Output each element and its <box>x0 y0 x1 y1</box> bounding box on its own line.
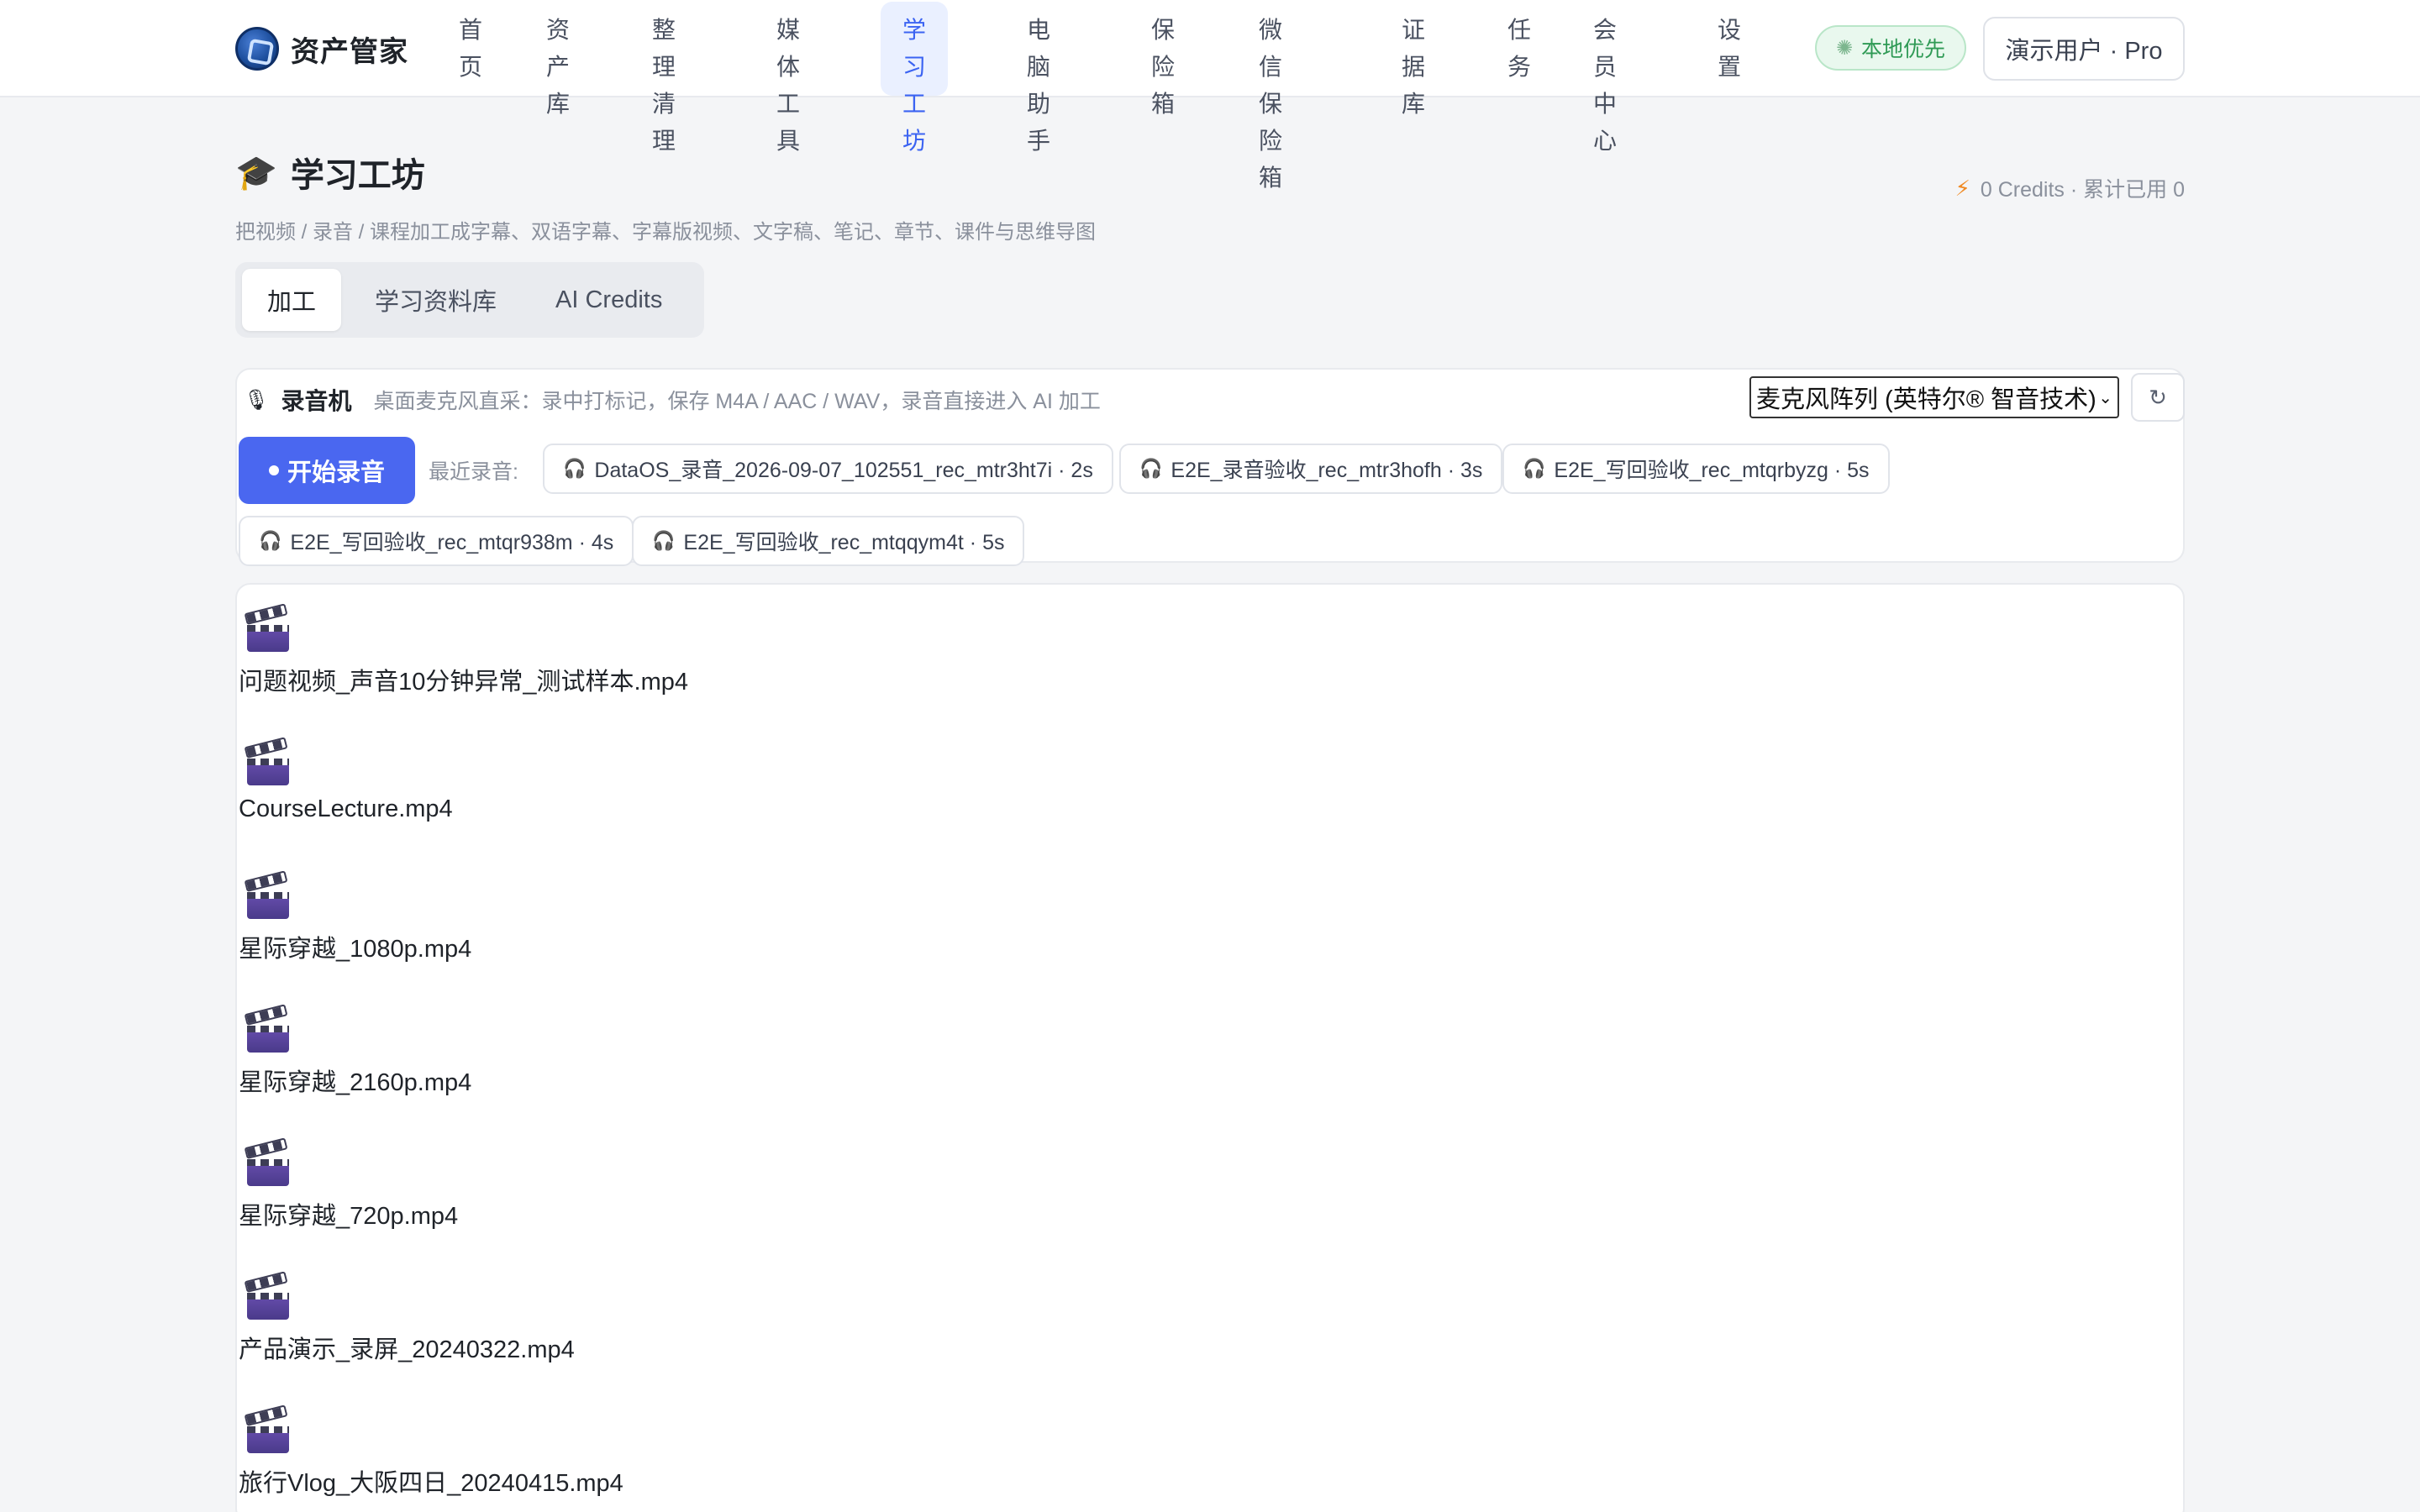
nav-item-label: 库 <box>546 91 571 117</box>
brand[interactable]: 资产管家 <box>235 25 408 72</box>
clapperboard-icon <box>244 603 289 652</box>
nav-item-pc-assistant[interactable]: 电脑助 手 <box>1005 2 1072 154</box>
recent-recording-name: E2E_写回验收_rec_mtqr938m · 4s <box>290 531 614 554</box>
headphones-icon: 🎧 <box>259 530 282 551</box>
nav-item-media-tools[interactable]: 媒体工 具 <box>755 2 822 154</box>
nav-item-home[interactable]: 首 页 <box>437 2 504 96</box>
recorder-description: 桌面麦克风直采：录中打标记，保存 M4A / AAC / WAV，录音直接进入 … <box>373 390 1101 413</box>
nav-item-label: 媒体工 <box>776 17 801 117</box>
headphones-icon: 🎧 <box>1139 458 1163 479</box>
recent-recording-chip[interactable]: 🎧 E2E_写回验收_rec_mtqr938m · 4s <box>239 516 634 566</box>
nav-item-label: 保险 <box>1151 17 1176 80</box>
file-name: 产品演示_录屏_20240322.mp4 <box>239 1336 575 1363</box>
nav-item-tasks[interactable]: 任 务 <box>1486 2 1553 96</box>
nav-item-label: 整理清 <box>652 17 676 117</box>
recent-recording-chip[interactable]: 🎧 E2E_写回验收_rec_mtqqym4t · 5s <box>632 516 1025 566</box>
recent-recording-chip[interactable]: 🎧 E2E_写回验收_rec_mtqrbyzg · 5s <box>1502 444 1890 494</box>
nav-item-cleanup[interactable]: 整理清 理 <box>630 2 697 154</box>
nav-item-label: 险箱 <box>1259 128 1283 191</box>
tab-process[interactable]: 加工 <box>242 269 342 331</box>
nav-item-assets[interactable]: 资产 库 <box>524 2 592 117</box>
start-recording-button[interactable]: 开始录音 <box>239 437 415 504</box>
local-first-badge: ✺ 本地优先 <box>1815 25 1966 71</box>
nav-item-label: 置 <box>1718 54 1742 80</box>
recent-recordings-label: 最近录音: <box>429 460 518 484</box>
refresh-icon: ↻ <box>2149 384 2167 410</box>
nav-item-label: 心 <box>1593 128 1618 154</box>
nav-item-label: 首 <box>459 17 483 43</box>
microphone-select-value: 麦克风阵列 (英特尔® 智音技术) <box>1756 386 2096 413</box>
page-subtitle: 把视频 / 录音 / 课程加工成字幕、双语字幕、字幕版视频、文字稿、笔记、章节、… <box>235 221 1097 244</box>
tab-bar: 加工 学习资料库 AI Credits <box>235 262 704 338</box>
nav-item-settings[interactable]: 设 置 <box>1696 2 1763 96</box>
nav-item-vault[interactable]: 保险 箱 <box>1129 2 1197 117</box>
microphone-select[interactable]: 麦克风阵列 (英特尔® 智音技术) ⌄ <box>1749 376 2119 418</box>
top-navbar: 资产管家 首 页 资产 库 整理清 理 媒体工 具 学习工 坊 电脑助 手 保险… <box>0 0 2420 191</box>
media-file-list: 问题视频_声音10分钟异常_测试样本.mp4 CourseLecture.mp4… <box>235 583 2185 1512</box>
file-name: 星际穿越_720p.mp4 <box>239 1203 459 1230</box>
shield-logo-icon <box>235 27 279 71</box>
nav-item-label: 库 <box>1402 91 1426 117</box>
file-name: 问题视频_声音10分钟异常_测试样本.mp4 <box>239 669 688 696</box>
clapperboard-icon <box>244 1271 289 1320</box>
recent-recording-name: E2E_写回验收_rec_mtqqym4t · 5s <box>683 531 1005 554</box>
clapperboard-icon <box>244 1137 289 1186</box>
recent-recording-name: E2E_写回验收_rec_mtqrbyzg · 5s <box>1554 459 1870 482</box>
lightning-icon: ⚡ <box>1954 175 1970 201</box>
nav-item-label: 任 <box>1507 17 1532 43</box>
page-header: 🎓 学习工坊 把视频 / 录音 / 课程加工成字幕、双语字幕、字幕版视频、文字稿… <box>235 148 1096 244</box>
tab-learning-library[interactable]: 学习资料库 <box>350 269 522 331</box>
nav-item-label: 页 <box>459 54 483 80</box>
headphones-icon: 🎧 <box>1523 458 1546 479</box>
headphones-icon: 🎧 <box>563 458 587 479</box>
recorder-card: 🎙 录音机 桌面麦克风直采：录中打标记，保存 M4A / AAC / WAV，录… <box>235 368 2185 566</box>
gear-icon: ✺ <box>1835 36 1854 60</box>
local-first-label: 本地优先 <box>1861 38 1946 61</box>
clapperboard-icon <box>244 1404 289 1453</box>
page-title-text: 学习工坊 <box>290 157 425 194</box>
recorder-title: 录音机 <box>281 388 352 414</box>
user-menu-button[interactable]: 演示用户 · Pro <box>1983 17 2185 81</box>
credits-status: ⚡ 0 Credits · 累计已用 0 <box>1955 173 2185 203</box>
nav-item-label: 电脑助 <box>1027 17 1051 117</box>
nav-item-wechat-vault[interactable]: 微信保 险箱 <box>1237 2 1304 191</box>
nav-item-label: 箱 <box>1151 91 1176 117</box>
record-dot-icon <box>268 465 279 475</box>
clapperboard-icon <box>244 737 289 785</box>
recent-recording-chip[interactable]: 🎧 DataOS_录音_2026-09-07_102551_rec_mtr3ht… <box>543 444 1113 494</box>
recent-recording-name: DataOS_录音_2026-09-07_102551_rec_mtr3ht7i… <box>594 459 1093 482</box>
nav-item-label: 设 <box>1718 17 1742 43</box>
file-name: 旅行Vlog_大阪四日_20240415.mp4 <box>239 1470 623 1497</box>
graduation-cap-icon: 🎓 <box>235 154 277 192</box>
nav-item-label: 证据 <box>1402 17 1426 80</box>
clapperboard-icon <box>244 1004 289 1053</box>
recent-recording-name: E2E_录音验收_rec_mtr3hofh · 3s <box>1171 459 1483 482</box>
recorder-header: 🎙 录音机 桌面麦克风直采：录中打标记，保存 M4A / AAC / WAV，录… <box>244 381 1101 418</box>
headphones-icon: 🎧 <box>652 530 676 551</box>
brand-name: 资产管家 <box>291 35 408 68</box>
start-recording-label: 开始录音 <box>287 459 385 486</box>
chevron-down-icon: ⌄ <box>2098 388 2112 407</box>
file-name: CourseLecture.mp4 <box>239 795 453 822</box>
page-title: 🎓 学习工坊 <box>235 148 1096 197</box>
file-name: 星际穿越_1080p.mp4 <box>239 936 472 963</box>
nav-item-evidence[interactable]: 证据 库 <box>1380 2 1447 117</box>
microphone-icon: 🎙 <box>244 388 270 412</box>
nav-item-label: 会员中 <box>1593 17 1618 117</box>
nav-item-label: 务 <box>1507 54 1532 80</box>
nav-item-label: 微信保 <box>1259 17 1283 117</box>
credits-text: 0 Credits · 累计已用 0 <box>1980 178 2185 202</box>
nav-item-label: 资产 <box>546 17 571 80</box>
refresh-devices-button[interactable]: ↻ <box>2131 373 2185 422</box>
file-name: 星际穿越_2160p.mp4 <box>239 1069 472 1096</box>
clapperboard-icon <box>244 870 289 919</box>
nav-item-membership[interactable]: 会员中 心 <box>1571 2 1639 154</box>
nav-item-label: 学习工 <box>902 17 927 117</box>
recent-recording-chip[interactable]: 🎧 E2E_录音验收_rec_mtr3hofh · 3s <box>1119 444 1503 494</box>
tab-ai-credits[interactable]: AI Credits <box>530 269 687 331</box>
nav-item-learning-workshop[interactable]: 学习工 坊 <box>881 2 949 154</box>
